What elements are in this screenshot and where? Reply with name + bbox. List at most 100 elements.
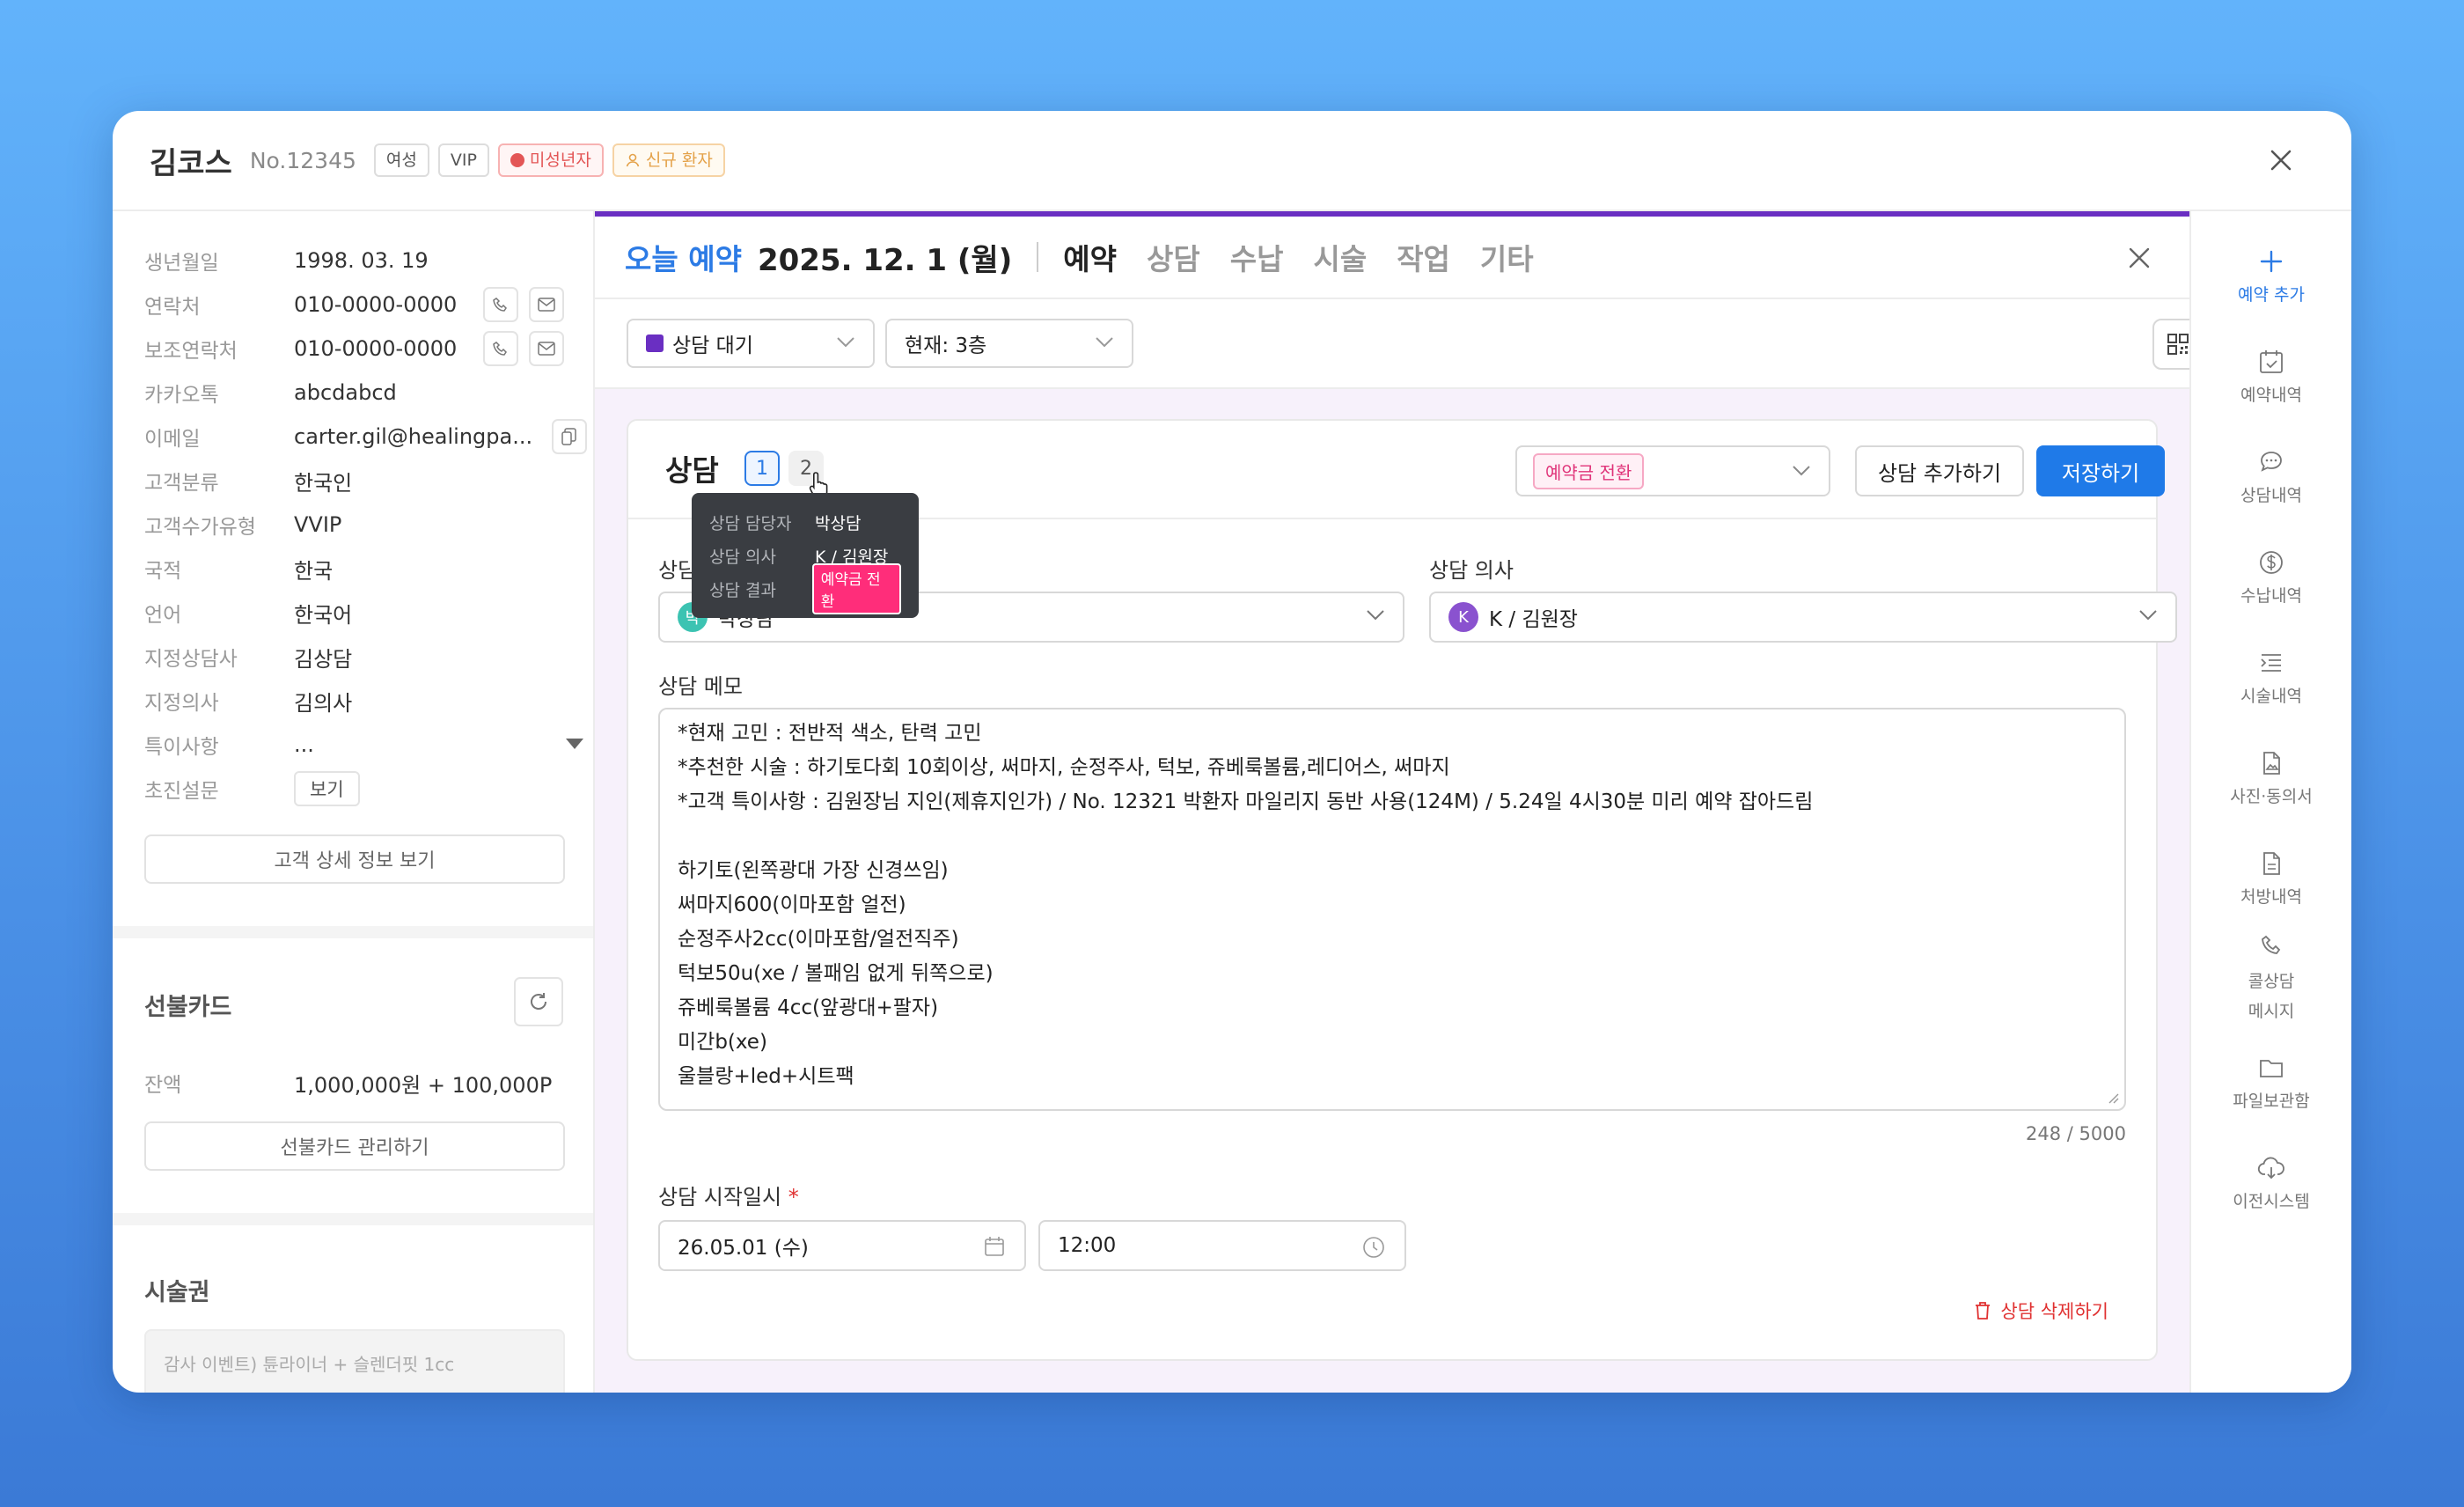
reservation-date: 2025. 12. 1 (월): [757, 242, 1013, 278]
info-row-price-type: 고객수가유형 VVIP: [144, 505, 341, 544]
call-button[interactable]: [483, 287, 519, 322]
survey-view-button[interactable]: 보기: [294, 771, 360, 806]
resize-handle-icon[interactable]: [2107, 1092, 2119, 1104]
section-divider: [113, 926, 593, 938]
prepaid-manage-button[interactable]: 선불카드 관리하기: [144, 1121, 565, 1171]
info-row-class: 고객분류 한국인: [144, 461, 352, 500]
memo-textarea[interactable]: *현재 고민 : 전반적 색소, 탄력 고민 *추천한 시술 : 하기토다회 1…: [658, 708, 2126, 1111]
balance-value: 1,000,000원 + 100,000P: [294, 1072, 553, 1098]
start-time-input[interactable]: 12:00: [1038, 1220, 1406, 1271]
floor-select[interactable]: 현재: 3층: [885, 319, 1133, 368]
close-icon[interactable]: [2265, 144, 2297, 176]
dollar-coin-icon: [2260, 551, 2283, 574]
rail-file-storage[interactable]: 파일보관함: [2191, 1055, 2351, 1112]
info-label: 연락처: [144, 296, 201, 319]
new-patient-badge: 신규 환자: [612, 143, 725, 177]
rail-label: 파일보관함: [2233, 1092, 2310, 1111]
divider: [1037, 242, 1039, 272]
tab-etc[interactable]: 기타: [1480, 236, 1534, 278]
refresh-button[interactable]: [514, 977, 563, 1026]
doctor-select[interactable]: K K / 김원장: [1429, 592, 2177, 643]
tooltip-key: 상담 의사: [709, 547, 776, 567]
tooltip-row: 상담 결과 예약금 전환: [709, 563, 901, 614]
rail-prescription-history[interactable]: 처방내역: [2191, 850, 2351, 908]
tooltip-value: 박상담: [815, 513, 862, 533]
start-time-value: 12:00: [1058, 1234, 1117, 1257]
gender-badge: 여성: [373, 143, 429, 177]
call-button[interactable]: [483, 331, 519, 366]
memo-line: 턱보50u(xe / 볼패임 없게 뒤쪽으로): [678, 962, 994, 985]
memo-line: [678, 820, 2107, 854]
rail-label: 예약내역: [2240, 386, 2302, 405]
rail-add-reservation[interactable]: 예약 추가: [2191, 248, 2351, 305]
info-value: 김의사: [294, 690, 353, 716]
alert-icon: [510, 153, 524, 167]
status-select[interactable]: 상담 대기: [627, 319, 875, 368]
rail-label: 콜상담: [2248, 972, 2295, 991]
patient-modal: 김코스 No.12345 여성 VIP 미성년자 신규 환자 생년월일 1998.…: [113, 111, 2351, 1393]
rail-reservation-history[interactable]: 예약내역: [2191, 349, 2351, 406]
mail-icon: [538, 342, 556, 356]
phone-icon: [2262, 935, 2281, 954]
memo-line: 순정주사2cc(이마포함/얼전직주): [678, 928, 959, 951]
treatment-item[interactable]: 감사 이벤트) 튠라이너 + 슬렌더핏 1cc: [144, 1329, 565, 1393]
floor-select-value: 현재: 3층: [905, 334, 987, 357]
rail-label: 상담내역: [2240, 486, 2302, 505]
tab-consult[interactable]: 상담: [1147, 236, 1200, 278]
tab-reservation[interactable]: 예약: [1063, 236, 1117, 278]
mail-button[interactable]: [529, 331, 565, 366]
plus-icon: [2260, 250, 2283, 273]
rail-call-message[interactable]: 콜상담 메시지: [2191, 933, 2351, 1026]
tab-procedure[interactable]: 시술: [1313, 236, 1367, 278]
rail-label: 사진·동의서: [2230, 787, 2313, 806]
mail-button[interactable]: [529, 287, 565, 322]
tab-work[interactable]: 작업: [1397, 236, 1450, 278]
info-label: 지정상담사: [144, 648, 238, 671]
copy-button[interactable]: [552, 419, 588, 454]
memo-counter: 248 / 5000: [2026, 1123, 2126, 1144]
close-icon[interactable]: [2124, 243, 2154, 273]
start-date-input[interactable]: 26.05.01 (수): [658, 1220, 1026, 1271]
chat-bubble-icon: [2261, 452, 2282, 472]
save-button[interactable]: 저장하기: [2036, 445, 2165, 496]
consult-tab-1[interactable]: 1: [744, 451, 780, 486]
add-consult-button[interactable]: 상담 추가하기: [1855, 445, 2024, 496]
info-value: VVIP: [294, 512, 342, 537]
treatment-title: 시술권: [144, 1279, 210, 1306]
doctor-label: 상담 의사: [1429, 558, 1514, 583]
info-label: 고객분류: [144, 472, 219, 495]
tooltip-key: 상담 결과: [709, 580, 776, 600]
consult-result-select[interactable]: 예약금 전환: [1515, 445, 1830, 496]
delete-consult-button[interactable]: 상담 삭제하기: [1974, 1297, 2108, 1324]
rail-label: 수납내역: [2240, 586, 2302, 606]
info-value: 한국: [294, 558, 334, 584]
rail-label: 시술내역: [2240, 687, 2302, 706]
right-rail: 예약 추가 예약내역 상담내역 수납내역 시술내역 사진·동의서 처방내역 콜상…: [2189, 211, 2351, 1393]
info-label: 국적: [144, 560, 182, 583]
info-row-birth: 생년월일 1998. 03. 19: [144, 241, 429, 280]
doctor-value: K / 김원장: [1489, 608, 1578, 631]
rail-label: 예약 추가: [2238, 285, 2305, 305]
info-row-notes[interactable]: 특이사항...: [144, 725, 584, 764]
info-value: carter.gil@healingpa...: [294, 424, 533, 449]
rail-legacy-system[interactable]: 이전시스템: [2191, 1155, 2351, 1212]
memo-line: 울블랑+led+시트팩: [678, 1065, 854, 1088]
rail-consult-history[interactable]: 상담내역: [2191, 449, 2351, 506]
rail-label: 처방내역: [2240, 887, 2302, 907]
rail-procedure-history[interactable]: 시술내역: [2191, 650, 2351, 707]
chevron-down-icon: [1367, 610, 1384, 621]
mail-icon: [538, 298, 556, 312]
document-icon: [2263, 852, 2280, 875]
tab-payment[interactable]: 수납: [1230, 236, 1284, 278]
patient-number: No.12345: [249, 147, 356, 173]
minor-badge-label: 미성년자: [529, 151, 591, 170]
rail-photo-consent[interactable]: 사진·동의서: [2191, 750, 2351, 807]
info-row-phone: 연락처 010-0000-0000: [144, 285, 565, 324]
vip-badge: VIP: [437, 143, 489, 177]
caret-down-icon[interactable]: [565, 738, 584, 750]
cloud-download-icon: [2257, 1157, 2284, 1180]
customer-detail-button[interactable]: 고객 상세 정보 보기: [144, 834, 565, 884]
patient-info-panel: 생년월일 1998. 03. 19 연락처 010-0000-0000 보조연락처 0…: [113, 211, 595, 1393]
rail-payment-history[interactable]: 수납내역: [2191, 549, 2351, 606]
modal-header: 김코스 No.12345 여성 VIP 미성년자 신규 환자: [113, 111, 2351, 211]
